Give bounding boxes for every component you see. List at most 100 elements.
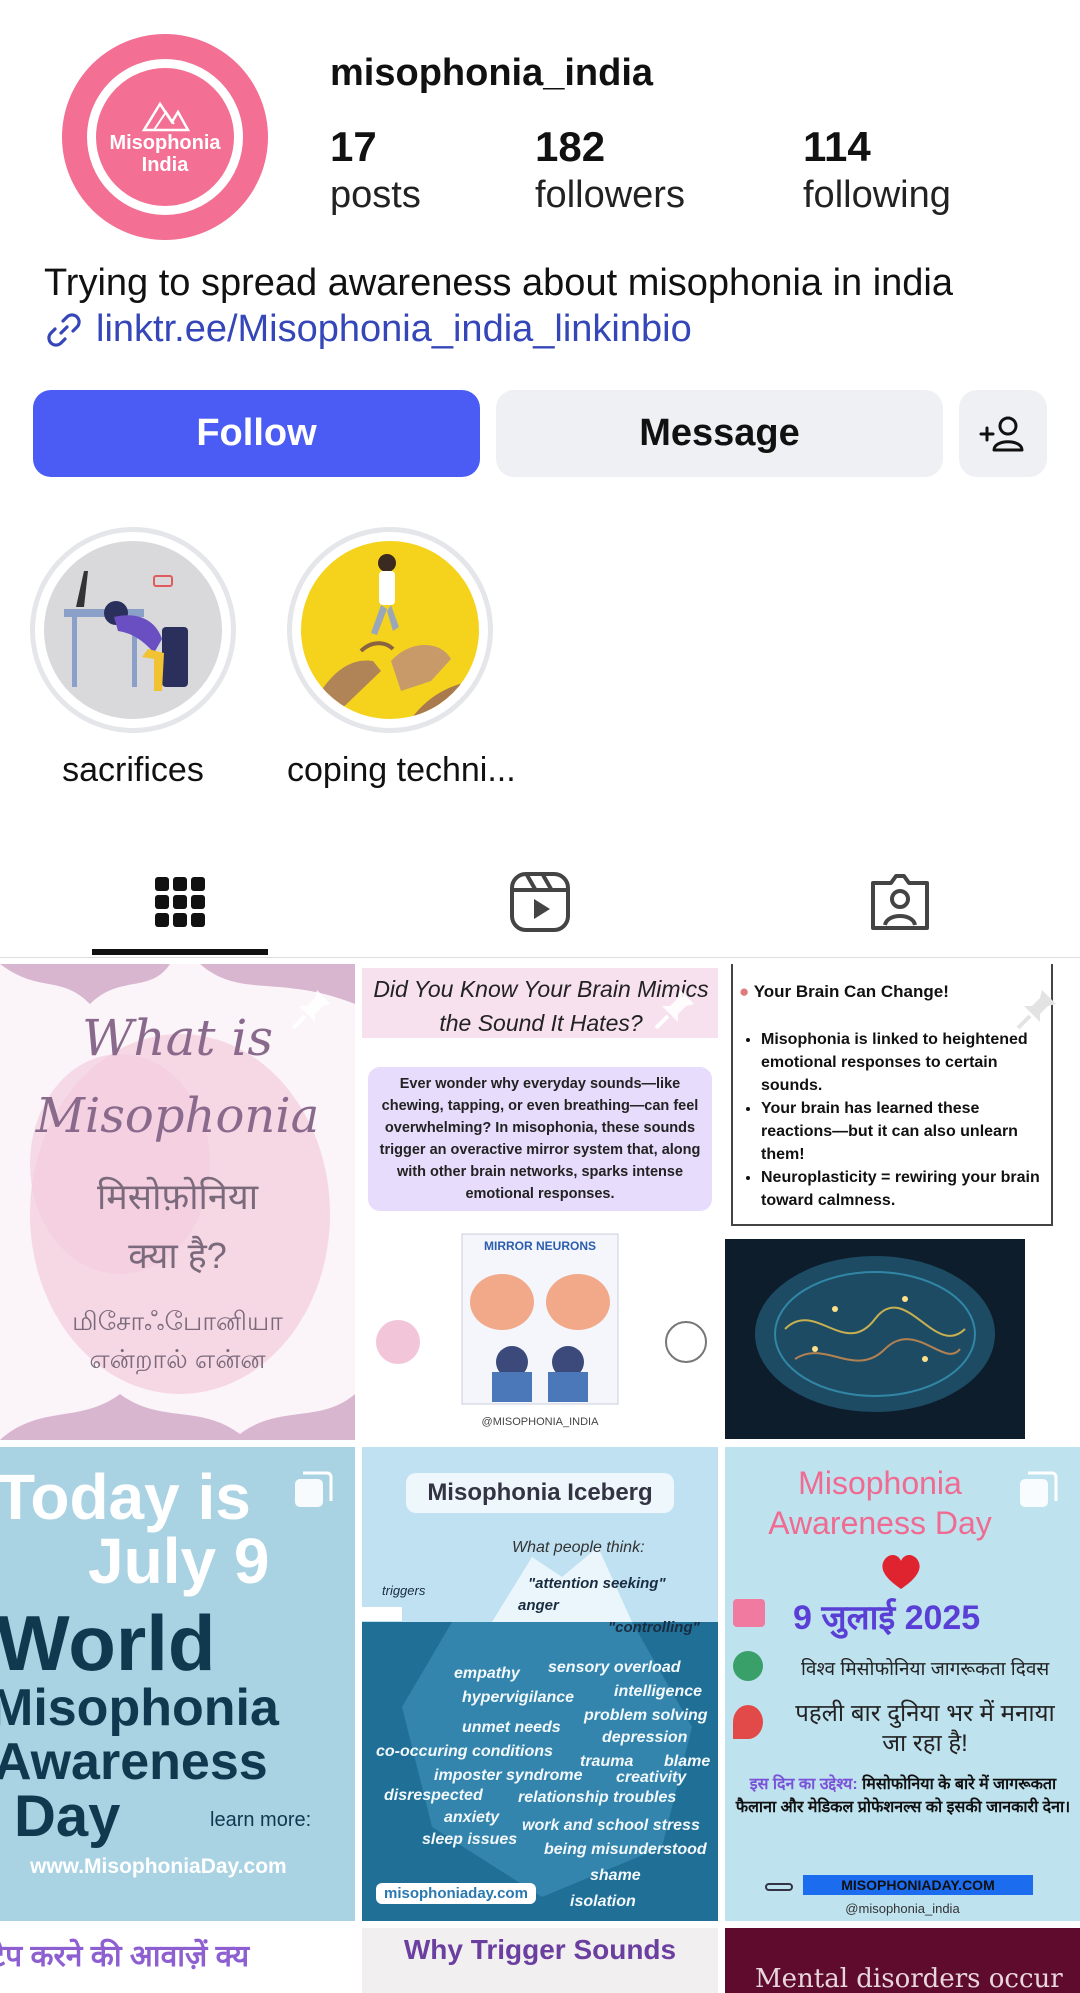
pin-icon xyxy=(654,990,694,1030)
post-tile[interactable]: ● Your Brain Can Change! Misophonia is l… xyxy=(725,964,1080,1440)
bio-text: Trying to spread awareness about misopho… xyxy=(44,262,954,304)
pin-icon xyxy=(1016,990,1056,1030)
highlight-sacrifices[interactable]: sacrifices xyxy=(30,527,236,790)
post-purpose: इस दिन का उद्देश्य: मिसोफोनिया के बारे म… xyxy=(731,1773,1075,1819)
glowing-brain-image xyxy=(725,1239,1025,1439)
grid-icon xyxy=(155,876,205,927)
profile-header: Misophonia India misophonia_india 17 pos… xyxy=(0,0,1080,260)
post-title: Mental disorders occur xyxy=(755,1964,1063,1993)
post-text: மிசோஃபோனியா xyxy=(72,1306,283,1336)
tab-reels[interactable] xyxy=(452,845,628,958)
profile-tabs xyxy=(0,845,1080,958)
website-text: www.MisophoniaDay.com xyxy=(30,1855,287,1878)
iceberg-label: sleep issues xyxy=(422,1831,518,1848)
avatar-text: Misophonia India xyxy=(109,132,221,176)
post-tile[interactable]: Misophonia Awareness Day 9 जुलाई 2025 वि… xyxy=(725,1447,1080,1921)
iceberg-subtitle: What people think: xyxy=(512,1539,645,1556)
purpose-label: इस दिन का उद्देश्य: xyxy=(749,1776,858,1793)
bio-link[interactable]: linktr.ee/Misophonia_india_linkinbio xyxy=(44,308,692,351)
iceberg-label: anger xyxy=(518,1597,559,1614)
highlight-ring xyxy=(287,527,493,733)
iceberg-label: "attention seeking" xyxy=(528,1575,666,1592)
avatar-ring: Misophonia India xyxy=(87,59,243,215)
stat-followers[interactable]: 182 followers xyxy=(535,124,685,220)
iceberg-label: intelligence xyxy=(614,1683,703,1700)
bullet-item: Neuroplasticity = rewiring your brain to… xyxy=(761,1166,1047,1212)
iceberg-label: imposter syndrome xyxy=(434,1767,583,1784)
tagged-icon xyxy=(871,873,929,930)
iceberg-label: disrespected xyxy=(384,1787,483,1804)
website-text: misophoniaday.com xyxy=(376,1883,536,1904)
add-person-icon xyxy=(979,416,1024,451)
post-text: என்றால் என்ன xyxy=(89,1344,266,1374)
stat-followers-value: 182 xyxy=(535,123,606,170)
iceberg-label: "controlling" xyxy=(608,1619,700,1636)
iceberg-label: triggers xyxy=(382,1583,426,1598)
location-pin-icon xyxy=(733,1705,763,1739)
post-title: World xyxy=(0,1599,216,1687)
post-title: Awareness xyxy=(0,1733,268,1791)
iceberg-label: sensory overload xyxy=(548,1659,681,1676)
post-handle: @misophonia_india xyxy=(845,1901,960,1916)
post-tile[interactable]: What is Misophonia मिसोफ़ोनिया क्या है? … xyxy=(0,964,355,1440)
follow-button[interactable]: Follow xyxy=(33,390,480,477)
stat-following[interactable]: 114 following xyxy=(803,124,951,220)
heart-hands-icon xyxy=(882,1554,920,1589)
highlight-cover xyxy=(44,541,222,719)
post-title: Today is xyxy=(0,1461,251,1533)
post-text: पहली बार दुनिया भर में मनाया जा रहा है! xyxy=(795,1700,1055,1757)
learn-more-label: learn more: xyxy=(210,1809,312,1831)
stat-posts-label: posts xyxy=(330,174,421,216)
post-title: What is xyxy=(81,1009,274,1067)
calendar-icon xyxy=(733,1599,765,1627)
post-tile[interactable]: टैप करने की आवाज़ें क्य xyxy=(0,1928,355,1993)
stat-following-value: 114 xyxy=(803,123,871,170)
message-button[interactable]: Message xyxy=(496,390,943,477)
avatar[interactable]: Misophonia India xyxy=(62,34,268,240)
post-title: Misophonia Awareness Day xyxy=(768,1465,992,1541)
post-title: Day xyxy=(14,1784,121,1849)
iceberg-label: being misunderstood xyxy=(544,1841,707,1858)
suggest-people-button[interactable] xyxy=(959,390,1047,477)
username: misophonia_india xyxy=(330,52,654,94)
tired-person-illustration xyxy=(44,541,222,719)
iceberg-label: isolation xyxy=(570,1893,636,1910)
diagram-label: MIRROR NEURONS xyxy=(483,1239,596,1253)
iceberg-label: problem solving xyxy=(584,1707,708,1724)
stat-posts-value: 17 xyxy=(330,123,377,170)
post-title: July 9 xyxy=(88,1525,270,1597)
iceberg-label: relationship troubles xyxy=(518,1789,677,1806)
highlight-label: sacrifices xyxy=(62,751,204,789)
post-tile[interactable]: Mental disorders occur xyxy=(725,1928,1080,1993)
tab-posts[interactable] xyxy=(92,845,268,958)
post-title: Misophonia Iceberg xyxy=(406,1473,674,1513)
post-date: 9 जुलाई 2025 xyxy=(793,1599,981,1637)
website-text: MISOPHONIADAY.COM xyxy=(803,1875,1033,1895)
iceberg-label: co-occuring conditions xyxy=(376,1743,553,1760)
globe-icon xyxy=(733,1651,763,1681)
brain-icon: ● xyxy=(739,982,754,1001)
tab-tagged[interactable] xyxy=(812,845,988,958)
post-text: क्या है? xyxy=(128,1235,227,1276)
bullet-item: Your brain has learned these reactions—b… xyxy=(761,1097,1047,1166)
link-icon xyxy=(47,312,81,347)
post-title: Misophonia xyxy=(35,1088,320,1144)
highlight-coping[interactable]: coping techni... xyxy=(287,527,516,790)
multiple-posts-icon xyxy=(1020,1471,1058,1507)
bullet-item: Misophonia is linked to heightened emoti… xyxy=(761,1028,1047,1097)
link-icon xyxy=(765,1883,793,1891)
post-tile[interactable]: Today is July 9 World Misophonia Awarene… xyxy=(0,1447,355,1921)
climbing-hands-illustration xyxy=(301,541,479,719)
post-tile[interactable]: Why Trigger Sounds xyxy=(362,1928,718,1993)
post-title-text: Your Brain Can Change! xyxy=(753,982,949,1001)
post-tile[interactable]: Misophonia Iceberg What people think: "a… xyxy=(362,1447,718,1921)
iceberg-label: empathy xyxy=(454,1665,520,1682)
reels-icon xyxy=(510,871,570,932)
stat-followers-label: followers xyxy=(535,174,685,216)
stat-posts[interactable]: 17 posts xyxy=(330,124,421,220)
iceberg-label: shame xyxy=(590,1867,641,1884)
post-tile[interactable]: Did You Know Your Brain Mimics the Sound… xyxy=(362,964,718,1440)
iceberg-label: creativity xyxy=(616,1769,687,1786)
bullet-list: Misophonia is linked to heightened emoti… xyxy=(761,1028,1047,1212)
highlight-cover xyxy=(301,541,479,719)
